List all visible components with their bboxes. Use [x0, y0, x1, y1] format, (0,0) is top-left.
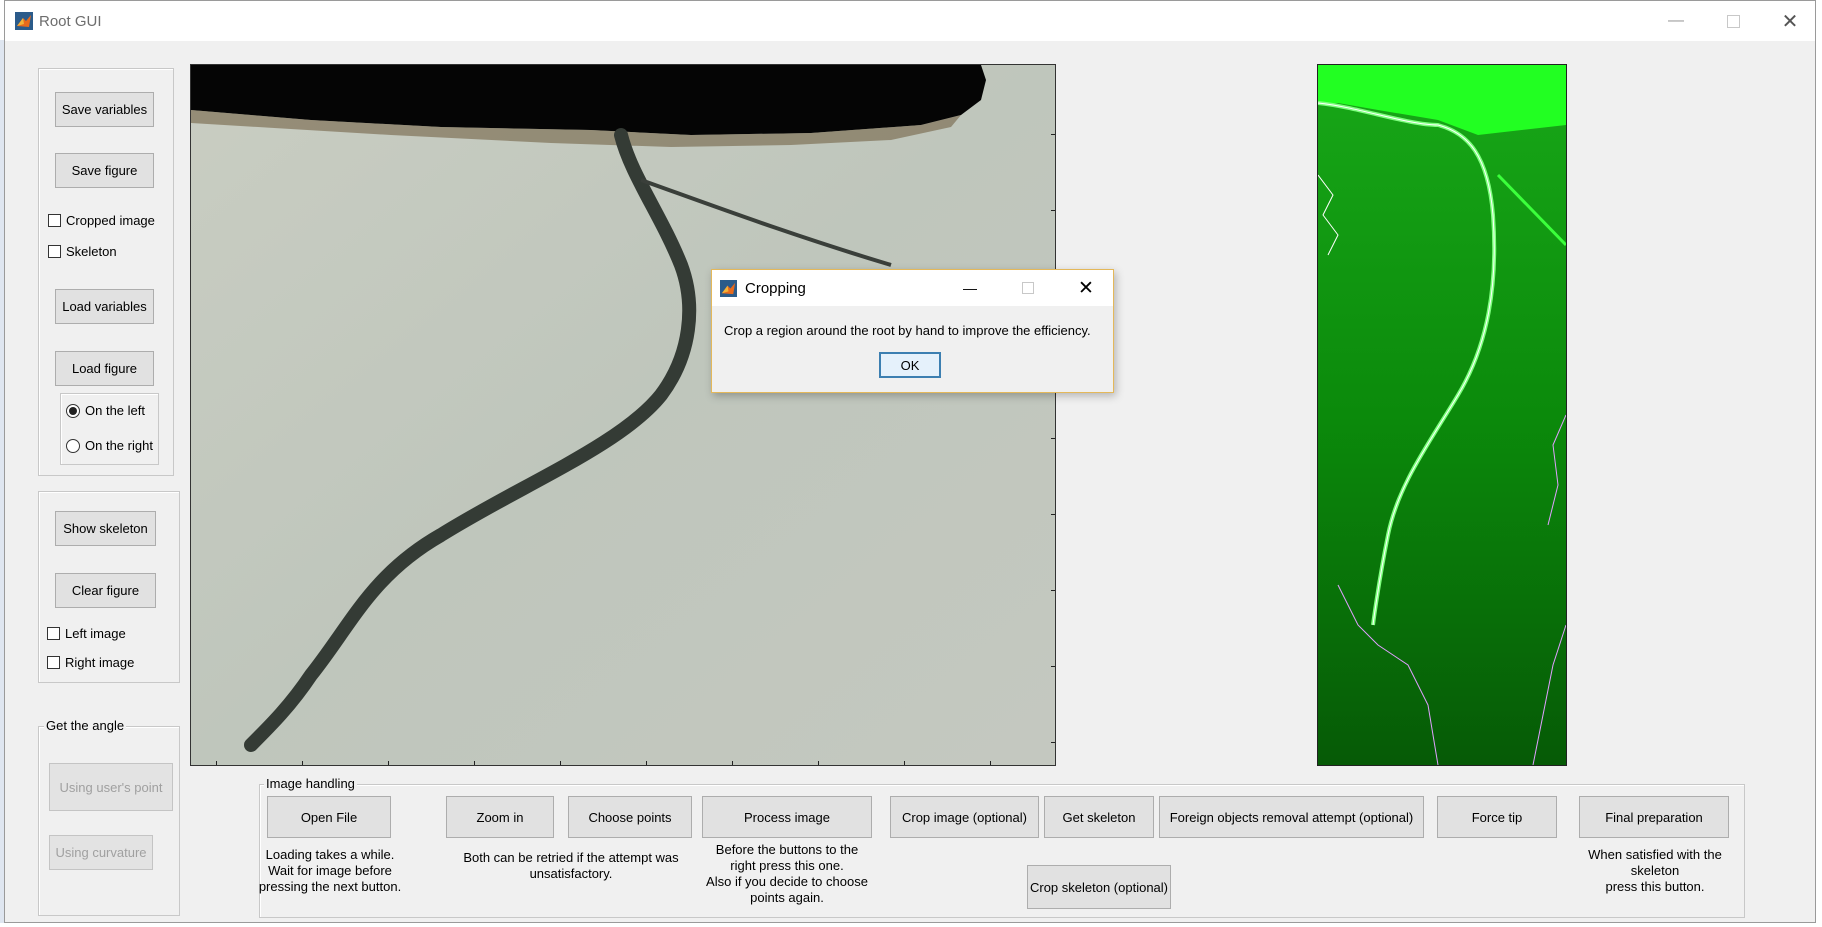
axis-tick — [216, 761, 217, 765]
foreign-objects-removal-button[interactable]: Foreign objects removal attempt (optiona… — [1159, 796, 1424, 838]
window-title: Root GUI — [39, 13, 102, 30]
axis-tick — [990, 761, 991, 765]
skeleton-checkbox[interactable]: Skeleton — [48, 244, 117, 259]
load-variables-button[interactable]: Load variables — [55, 289, 154, 324]
checkbox-box[interactable] — [48, 245, 61, 258]
axis-tick — [388, 761, 389, 765]
close-icon[interactable]: ✕ — [1072, 274, 1100, 302]
cropped-image-checkbox[interactable]: Cropped image — [48, 213, 155, 228]
cropped-image-label: Cropped image — [66, 213, 155, 228]
root-gui-window: Root GUI — ✕ Save variables Save figure … — [4, 0, 1816, 923]
axis-tick — [560, 761, 561, 765]
using-users-point-button[interactable]: Using user's point — [49, 763, 173, 811]
retry-hint: Both can be retried if the attempt was u… — [463, 850, 679, 881]
get-the-angle-panel — [38, 726, 180, 916]
radio-selected-icon[interactable] — [66, 403, 80, 418]
processed-root-image — [1318, 65, 1566, 765]
axis-tick — [1051, 210, 1055, 211]
left-image-checkbox[interactable]: Left image — [47, 626, 126, 641]
right-image-checkbox[interactable]: Right image — [47, 655, 134, 670]
axis-tick — [1051, 438, 1055, 439]
on-the-left-label: On the left — [85, 403, 145, 418]
save-variables-button[interactable]: Save variables — [55, 92, 154, 127]
matlab-logo-icon — [15, 12, 33, 30]
open-file-hint: Loading takes a while. Wait for image be… — [258, 847, 402, 894]
clear-figure-button[interactable]: Clear figure — [55, 573, 156, 608]
minimize-icon[interactable]: — — [1653, 7, 1699, 35]
minimize-icon[interactable]: — — [958, 276, 982, 300]
axis-tick — [904, 761, 905, 765]
axis-tick — [1051, 742, 1055, 743]
final-preparation-hint: When satisfied with the skeleton press t… — [1588, 847, 1722, 894]
on-the-left-radio[interactable]: On the left — [66, 403, 145, 418]
process-image-hint: Before the buttons to the right press th… — [706, 842, 868, 905]
right-image-label: Right image — [65, 655, 135, 670]
dialog-title-bar[interactable]: Cropping — ✕ — [712, 270, 1113, 306]
radio-unselected-icon[interactable] — [66, 438, 80, 453]
title-bar[interactable]: Root GUI — ✕ — [5, 1, 1815, 41]
maximize-icon[interactable] — [1710, 7, 1756, 35]
zoom-in-button[interactable]: Zoom in — [446, 796, 554, 838]
get-skeleton-button[interactable]: Get skeleton — [1044, 796, 1154, 838]
process-image-button[interactable]: Process image — [702, 796, 872, 838]
crop-image-button[interactable]: Crop image (optional) — [890, 796, 1039, 838]
dialog-message: Crop a region around the root by hand to… — [724, 323, 1091, 338]
axis-tick — [474, 761, 475, 765]
skeleton-label: Skeleton — [66, 244, 117, 259]
crop-skeleton-button[interactable]: Crop skeleton (optional) — [1027, 865, 1171, 909]
cropping-dialog[interactable]: Cropping — ✕ Crop a region around the ro… — [711, 269, 1114, 393]
checkbox-box[interactable] — [47, 627, 60, 640]
matlab-logo-icon — [720, 280, 737, 297]
ok-button[interactable]: OK — [879, 352, 941, 378]
axis-tick — [732, 761, 733, 765]
show-skeleton-button[interactable]: Show skeleton — [55, 511, 156, 546]
maximize-icon[interactable] — [1016, 276, 1040, 300]
axis-tick — [1051, 666, 1055, 667]
checkbox-box[interactable] — [47, 656, 60, 669]
load-figure-button[interactable]: Load figure — [55, 351, 154, 386]
right-image-axes[interactable] — [1317, 64, 1567, 766]
axis-tick — [1051, 590, 1055, 591]
save-figure-button[interactable]: Save figure — [55, 153, 154, 188]
image-handling-title: Image handling — [264, 776, 357, 791]
axis-tick — [302, 761, 303, 765]
left-image-label: Left image — [65, 626, 126, 641]
open-file-button[interactable]: Open File — [267, 796, 391, 838]
on-the-right-label: On the right — [85, 438, 153, 453]
get-the-angle-title: Get the angle — [44, 718, 127, 733]
axis-tick — [818, 761, 819, 765]
close-icon[interactable]: ✕ — [1767, 7, 1813, 35]
axis-tick — [1051, 514, 1055, 515]
dialog-title: Cropping — [745, 280, 806, 297]
final-preparation-button[interactable]: Final preparation — [1579, 796, 1729, 838]
checkbox-box[interactable] — [48, 214, 61, 227]
axis-tick — [1051, 134, 1055, 135]
choose-points-button[interactable]: Choose points — [568, 796, 692, 838]
using-curvature-button[interactable]: Using curvature — [49, 835, 153, 870]
on-the-right-radio[interactable]: On the right — [66, 438, 153, 453]
left-image-axes[interactable] — [190, 64, 1056, 766]
root-photo — [191, 65, 1055, 765]
force-tip-button[interactable]: Force tip — [1437, 796, 1557, 838]
axis-tick — [646, 761, 647, 765]
